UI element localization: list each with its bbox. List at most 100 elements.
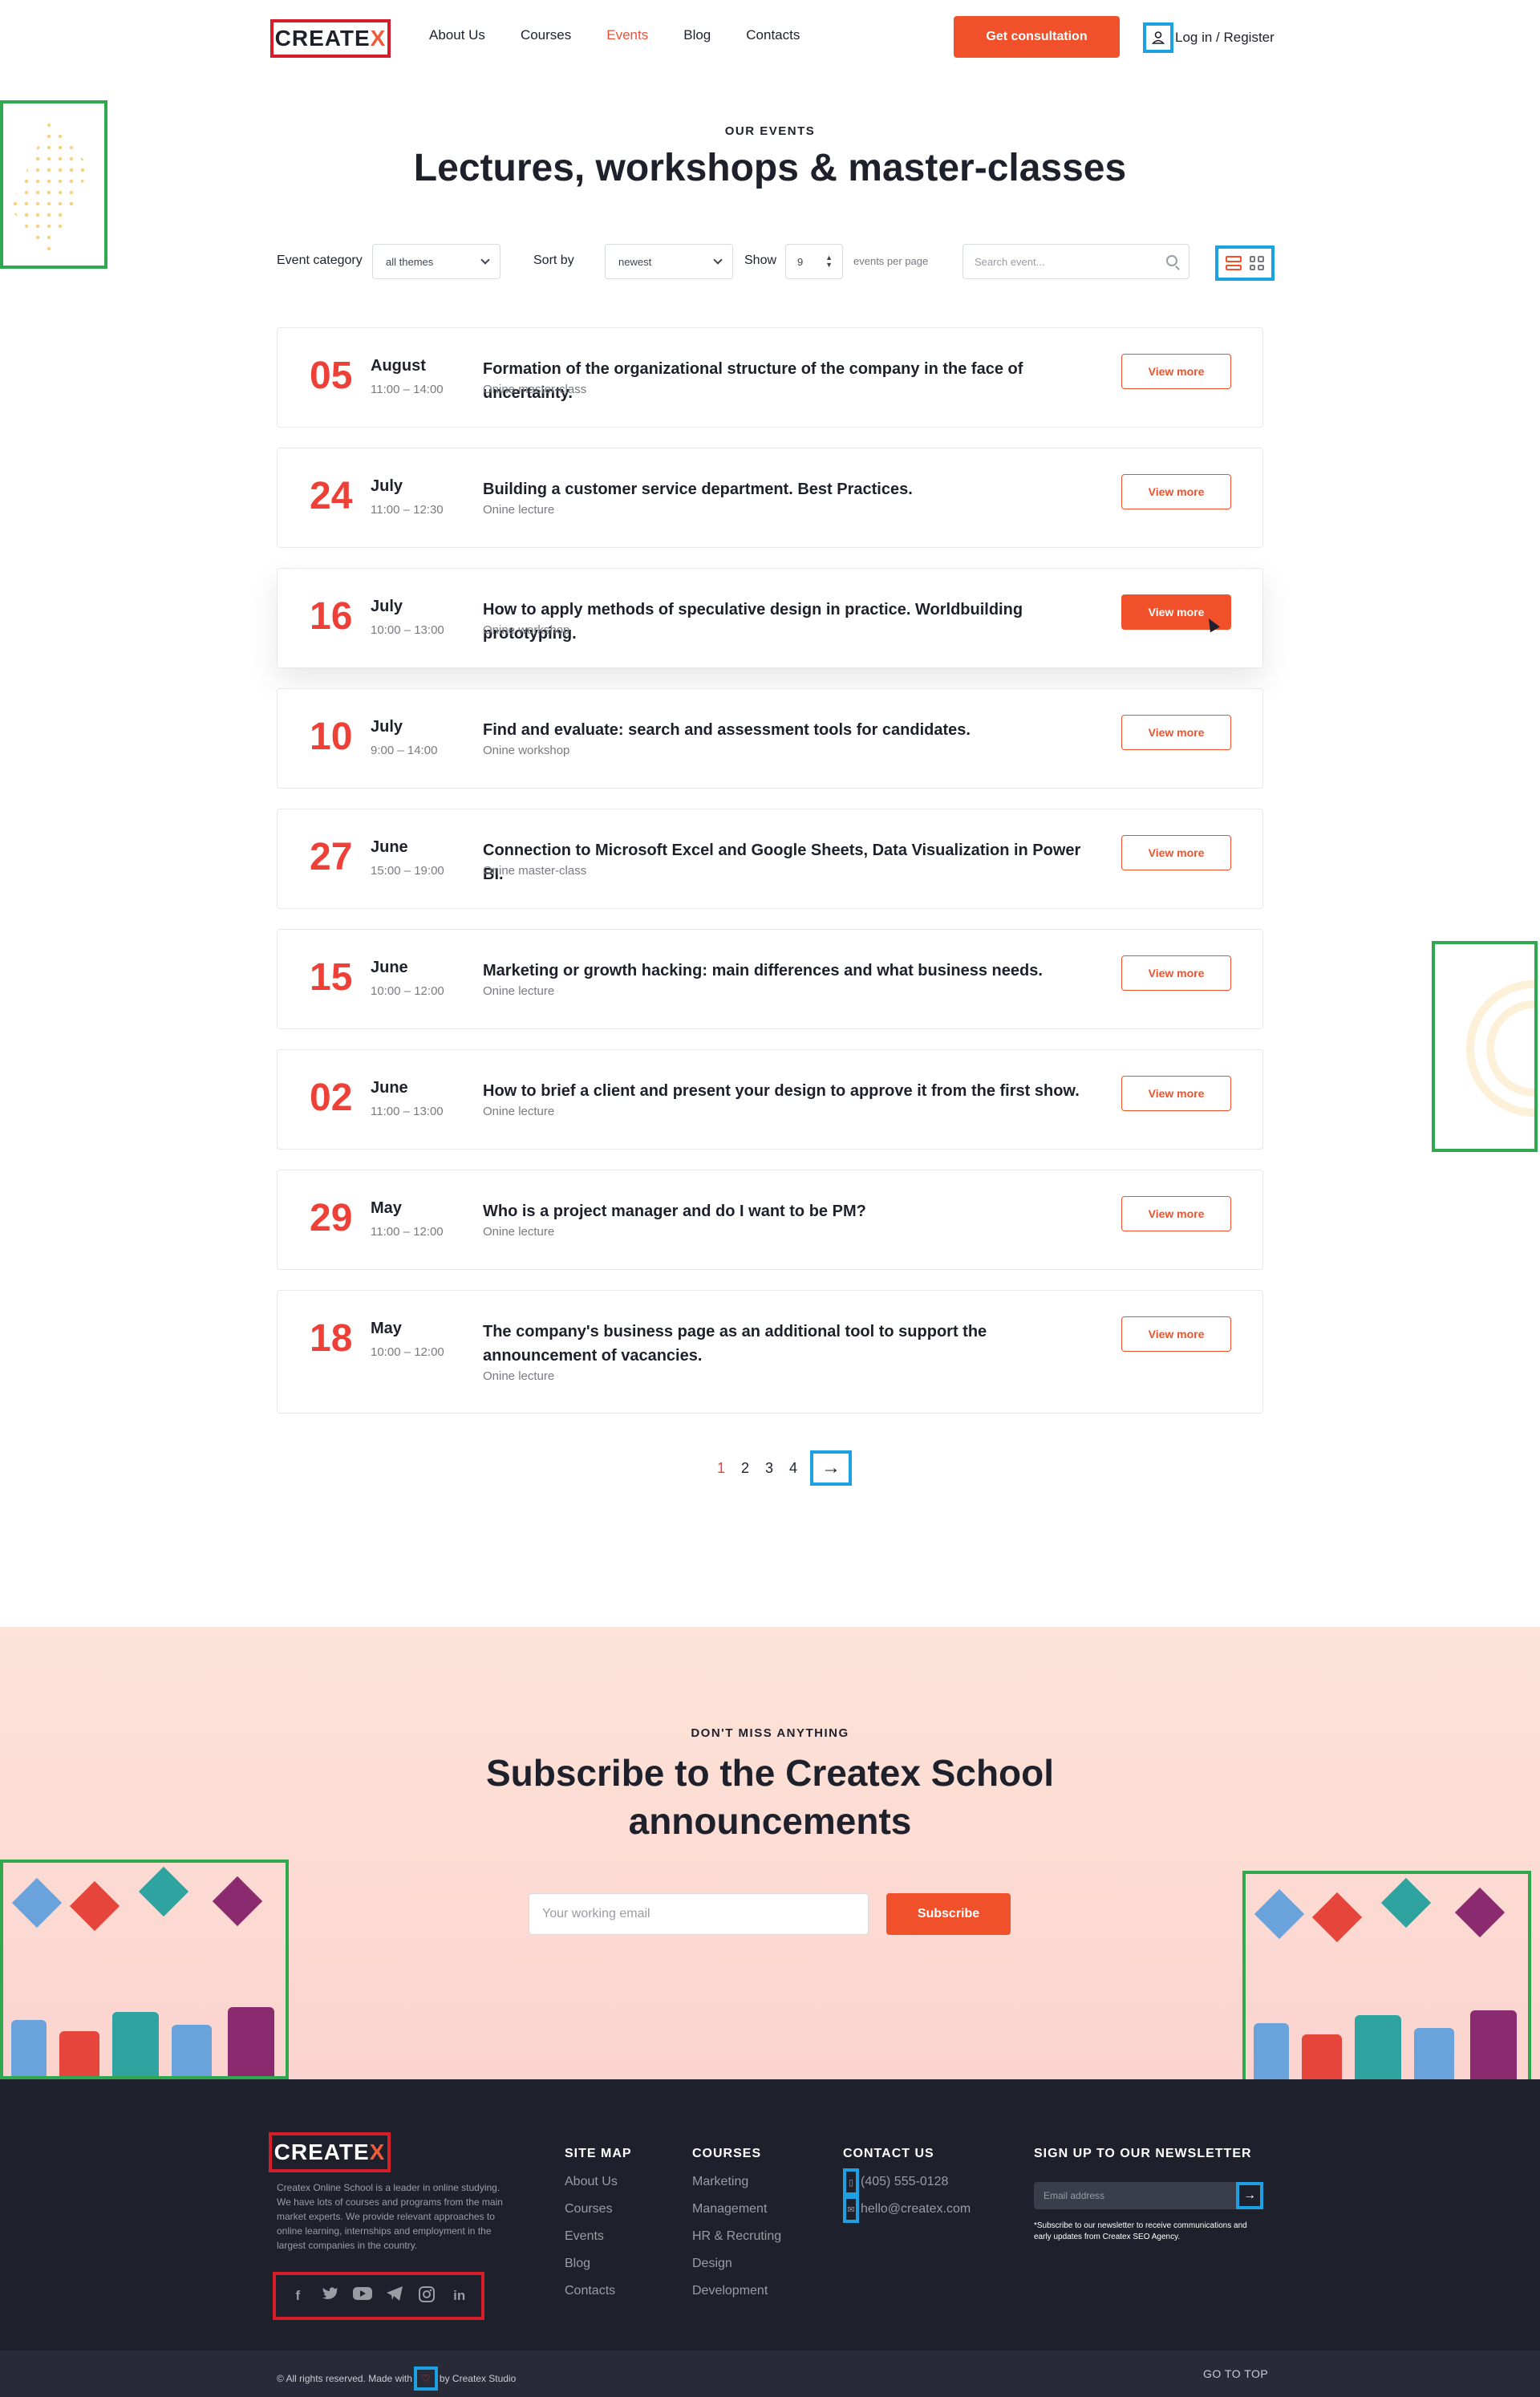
course-link[interactable]: Development <box>692 2283 781 2298</box>
subscribe-title-line1: Subscribe to the Createx School <box>485 1752 1055 1794</box>
subscribe-title: Subscribe to the Createx School announce… <box>0 1749 1540 1845</box>
go-to-top-link[interactable]: GO TO TOP <box>1203 2367 1268 2380</box>
contact-heading: CONTACT US <box>843 2147 934 2160</box>
event-card: 02 June 11:00 – 13:00 How to brief a cli… <box>277 1049 1263 1150</box>
events-filters: Event category all themes Sort by newest… <box>277 244 1263 279</box>
contact-phone[interactable]: ▯ (405) 555-0128 <box>843 2168 948 2196</box>
course-link[interactable]: HR & Recruting <box>692 2229 781 2244</box>
view-more-button[interactable]: View more <box>1121 1076 1231 1111</box>
event-title[interactable]: Building a customer service department. … <box>483 477 1092 501</box>
sitemap-link[interactable]: About Us <box>565 2174 618 2189</box>
event-type: Onine lecture <box>483 1105 555 1118</box>
event-title[interactable]: How to brief a client and present your d… <box>483 1079 1092 1103</box>
event-title[interactable]: Find and evaluate: search and assessment… <box>483 718 1092 742</box>
page-1[interactable]: 1 <box>709 1460 733 1477</box>
youtube-icon[interactable] <box>352 2286 373 2306</box>
nav-events[interactable]: Events <box>606 27 648 43</box>
view-more-button[interactable]: View more <box>1121 835 1231 870</box>
event-type: Onine lecture <box>483 1369 555 1383</box>
nav-courses[interactable]: Courses <box>521 27 571 43</box>
subscribe-email-input[interactable]: Your working email <box>529 1893 869 1935</box>
arm-shape <box>1254 2023 1289 2079</box>
stepper-arrows-icon[interactable]: ▲ ▼ <box>825 254 833 269</box>
instagram-icon[interactable] <box>416 2286 437 2306</box>
graduation-illustration <box>0 1860 289 2079</box>
courses-list: Marketing Management HR & Recruting Desi… <box>692 2174 781 2298</box>
arm-shape <box>1414 2028 1454 2079</box>
twitter-icon[interactable] <box>320 2286 341 2306</box>
heart-icon[interactable]: ♡ <box>413 2367 438 2391</box>
event-title[interactable]: The company's business page as an additi… <box>483 1320 1092 1368</box>
event-month: July <box>371 598 403 615</box>
get-consultation-button[interactable]: Get consultation <box>954 16 1120 58</box>
page-4[interactable]: 4 <box>781 1460 805 1477</box>
view-more-button[interactable]: View more <box>1121 354 1231 389</box>
sitemap-link[interactable]: Courses <box>565 2201 618 2217</box>
search-icon[interactable] <box>1166 255 1177 266</box>
event-day: 27 <box>310 836 353 878</box>
event-title[interactable]: How to apply methods of speculative desi… <box>483 598 1092 646</box>
event-card: 15 June 10:00 – 12:00 Marketing or growt… <box>277 929 1263 1029</box>
view-more-button[interactable]: View more <box>1121 955 1231 991</box>
course-link[interactable]: Design <box>692 2256 781 2271</box>
subscribe-button[interactable]: Subscribe <box>886 1893 1011 1935</box>
course-link[interactable]: Management <box>692 2201 781 2217</box>
subscribe-title-line2: announcements <box>628 1800 912 1842</box>
course-link[interactable]: Marketing <box>692 2174 781 2189</box>
category-select[interactable]: all themes <box>372 244 500 279</box>
arc-shapes <box>1466 980 1534 1117</box>
event-month: August <box>371 357 426 375</box>
nav-blog[interactable]: Blog <box>683 27 711 43</box>
event-month: July <box>371 718 403 736</box>
event-title[interactable]: Marketing or growth hacking: main differ… <box>483 959 1092 983</box>
sitemap-list: About Us Courses Events Blog Contacts <box>565 2174 618 2298</box>
login-register-link[interactable]: Log in / Register <box>1143 22 1275 53</box>
view-more-button[interactable]: View more <box>1121 715 1231 750</box>
linkedin-icon[interactable]: in <box>449 2286 470 2306</box>
event-month: June <box>371 1079 408 1097</box>
view-more-button[interactable]: View more <box>1121 1196 1231 1231</box>
search-input[interactable]: Search event... <box>962 244 1189 279</box>
page-2[interactable]: 2 <box>733 1460 757 1477</box>
newsletter-placeholder: Email address <box>1044 2190 1105 2201</box>
event-title[interactable]: Who is a project manager and do I want t… <box>483 1199 1092 1223</box>
per-page-stepper[interactable]: 9 ▲ ▼ <box>785 244 843 279</box>
event-title[interactable]: Connection to Microsoft Excel and Google… <box>483 838 1092 886</box>
sitemap-link[interactable]: Events <box>565 2229 618 2244</box>
event-time: 11:00 – 12:30 <box>371 503 444 517</box>
event-day: 15 <box>310 956 353 999</box>
view-more-button[interactable]: View more <box>1121 1316 1231 1352</box>
sort-select[interactable]: newest <box>605 244 733 279</box>
telegram-icon[interactable] <box>384 2286 405 2306</box>
event-month: May <box>371 1320 402 1337</box>
sitemap-link[interactable]: Contacts <box>565 2283 618 2298</box>
nav-about-us[interactable]: About Us <box>429 27 485 43</box>
chevron-down-icon <box>713 255 723 265</box>
page-3[interactable]: 3 <box>757 1460 781 1477</box>
footer-logo[interactable]: CREATE X <box>269 2132 391 2172</box>
category-value: all themes <box>386 255 434 268</box>
newsletter-email-input[interactable]: Email address <box>1034 2182 1263 2209</box>
event-type: Onine lecture <box>483 984 555 998</box>
arm-shape <box>1470 2010 1517 2079</box>
event-type: Onine lecture <box>483 1225 555 1239</box>
sitemap-heading: SITE MAP <box>565 2147 632 2160</box>
event-title[interactable]: Formation of the organizational structur… <box>483 357 1092 405</box>
subscribe-eyebrow: DON'T MISS ANYTHING <box>691 1726 849 1740</box>
logo[interactable]: CREATE X <box>270 19 391 58</box>
show-label: Show <box>744 253 777 267</box>
sitemap-link[interactable]: Blog <box>565 2256 618 2271</box>
grid-view-icon[interactable] <box>1249 256 1264 270</box>
view-more-button[interactable]: View more <box>1121 474 1231 509</box>
event-time: 11:00 – 12:00 <box>371 1225 444 1239</box>
user-icon[interactable] <box>1143 22 1173 53</box>
list-view-icon[interactable] <box>1226 256 1242 270</box>
contact-email[interactable]: ✉ hello@createx.com <box>843 2196 971 2223</box>
nav-contacts[interactable]: Contacts <box>746 27 800 43</box>
facebook-icon[interactable]: f <box>287 2286 308 2306</box>
main-nav: About Us Courses Events Blog Contacts <box>429 27 800 43</box>
arrow-right-icon[interactable]: → <box>810 1450 852 1486</box>
event-card: 18 May 10:00 – 12:00 The company's busin… <box>277 1290 1263 1413</box>
arrow-right-icon[interactable]: → <box>1236 2182 1263 2209</box>
courses-heading: COURSES <box>692 2147 762 2160</box>
